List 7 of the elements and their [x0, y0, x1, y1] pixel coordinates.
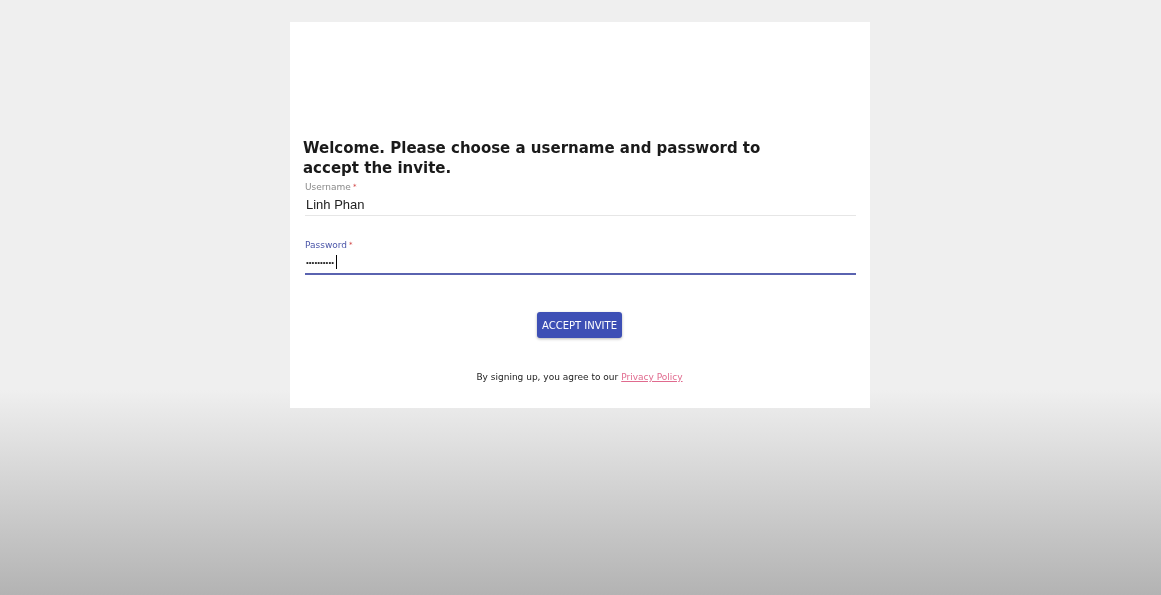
footer-text: By signing up, you agree to our — [476, 372, 619, 382]
accept-invite-button[interactable]: ACCEPT INVITE — [537, 312, 622, 338]
field-value: •••••••••• — [306, 257, 334, 267]
heading: Welcome. Please choose a username and password to accept the invite. — [303, 138, 762, 178]
field-value: Linh Phan — [306, 196, 365, 212]
field-label: Username — [305, 182, 351, 192]
field-label: Password — [305, 240, 348, 250]
